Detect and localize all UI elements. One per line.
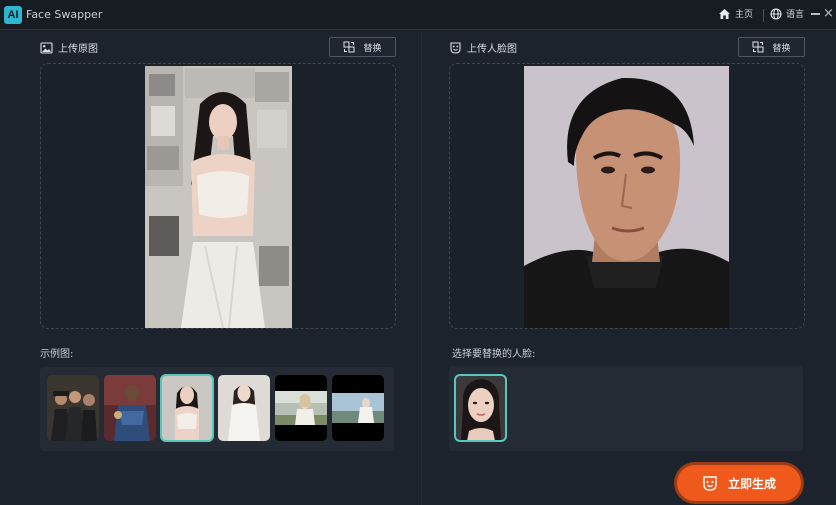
source-title-label: 上传原图: [58, 44, 98, 55]
source-panel-title: 上传原图: [40, 40, 98, 55]
minimize-icon[interactable]: [811, 13, 820, 15]
image-icon: [40, 41, 53, 54]
source-photo-woman: [145, 66, 292, 328]
example-thumbnail[interactable]: [218, 375, 270, 441]
face-photo-man: [524, 66, 729, 328]
swap-icon: [343, 41, 355, 53]
face-image-dropzone[interactable]: [449, 63, 805, 329]
source-swap-label: 替换: [363, 43, 382, 54]
generate-button[interactable]: 立即生成: [677, 465, 801, 501]
detected-face-strip: [449, 366, 803, 451]
language-button[interactable]: 语言: [770, 7, 804, 20]
swap-icon: [752, 41, 764, 53]
example-thumbnail[interactable]: [104, 375, 156, 441]
source-swap-button[interactable]: 替换: [329, 37, 396, 57]
face-title-label: 上传人脸图: [467, 44, 517, 55]
panel-divider: [421, 31, 422, 505]
home-label: 主页: [735, 10, 754, 20]
language-label: 语言: [786, 10, 805, 20]
source-image-dropzone[interactable]: [40, 63, 396, 329]
close-icon[interactable]: ×: [823, 6, 835, 22]
example-thumbnail[interactable]: [275, 375, 327, 441]
example-strip: [40, 367, 394, 451]
face-swap-button[interactable]: 替换: [738, 37, 805, 57]
face-panel-title: 上传人脸图: [449, 40, 517, 55]
choose-face-label: 选择要替换的人脸:: [452, 349, 536, 360]
detected-face-thumbnail[interactable]: [454, 374, 507, 442]
app-title: Face Swapper: [26, 8, 103, 21]
home-button[interactable]: 主页: [718, 7, 753, 20]
face-icon: [703, 476, 717, 491]
examples-label: 示例图:: [40, 349, 74, 360]
example-thumbnail[interactable]: [160, 374, 214, 442]
generate-label: 立即生成: [727, 476, 776, 491]
titlebar-separator: [763, 9, 764, 22]
example-thumbnail[interactable]: [47, 375, 99, 441]
example-thumbnail[interactable]: [332, 375, 384, 441]
app-logo: AI: [4, 6, 22, 24]
globe-icon: [770, 7, 782, 20]
face-swap-label: 替换: [772, 43, 791, 54]
face-icon: [450, 42, 461, 54]
home-icon: [719, 8, 730, 19]
title-bar: AI Face Swapper 主页 语言 ×: [0, 0, 836, 30]
